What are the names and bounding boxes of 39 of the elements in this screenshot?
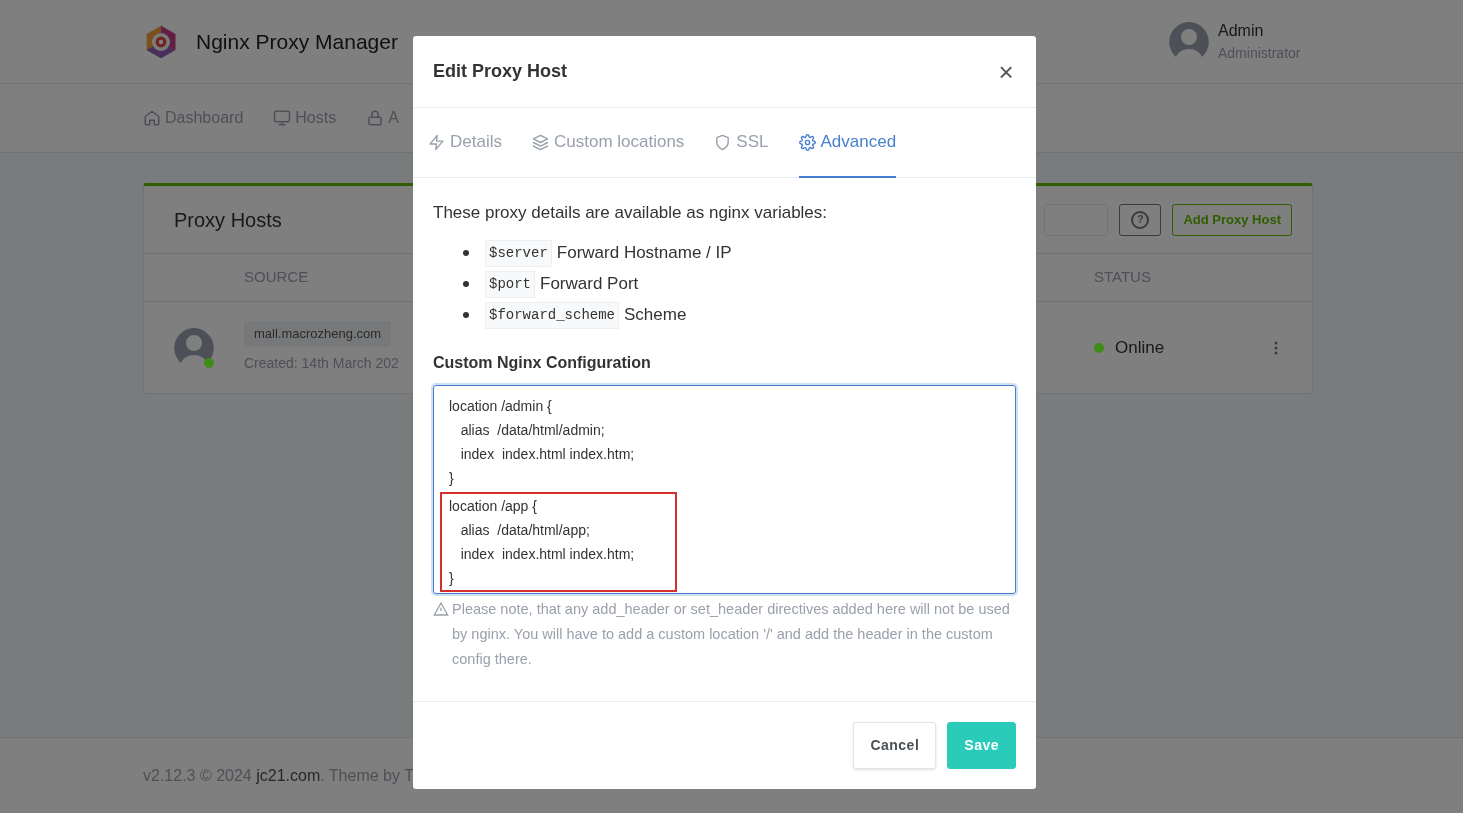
variable-code: $server — [485, 239, 552, 267]
intro-text: These proxy details are available as nginx variables: — [433, 202, 829, 224]
settings-icon — [798, 133, 816, 151]
bullet-icon — [463, 281, 469, 287]
card-title: Proxy Hosts — [174, 207, 282, 233]
field-label: Custom Nginx Configuration — [433, 352, 652, 373]
variable-code: $forward_scheme — [485, 301, 620, 329]
domain-tag: mall.macrozheng.com — [244, 321, 392, 347]
tab[interactable]: Custom locations — [531, 108, 685, 178]
layers-icon — [531, 133, 549, 151]
status-text: Online — [1115, 336, 1165, 359]
shield-icon — [714, 133, 732, 151]
help-button[interactable]: ? — [1119, 203, 1162, 236]
home-icon — [143, 109, 161, 127]
config-editor[interactable]: location /admin { alias /data/html/admin; index index.html index.htm; } location /app { alias /data/html/app; index index.html index.htm; } — [433, 384, 1016, 594]
code-text: location /app { alias /data/html/app; index index.html index.htm; } — [440, 491, 677, 592]
monitor-icon — [273, 109, 292, 127]
bullet-icon — [463, 312, 469, 318]
user-name: Admin — [1218, 20, 1265, 41]
warning-icon — [433, 600, 449, 617]
cancel-button[interactable]: Cancel — [853, 722, 937, 769]
tab[interactable]: Advanced — [798, 108, 897, 178]
app-title: Nginx Proxy Manager — [196, 28, 398, 55]
modal-title: Edit Proxy Host — [433, 60, 568, 83]
add-proxy-host-button[interactable]: Add Proxy Host — [1172, 203, 1292, 236]
close-button[interactable]: × — [996, 58, 1016, 85]
variable-label: Forward Hostname / IP — [556, 242, 732, 265]
tab[interactable]: Details — [428, 108, 502, 178]
footer-link[interactable]: jc21.com — [256, 766, 321, 784]
more-icon[interactable] — [1274, 340, 1278, 355]
variable-label: Forward Port — [540, 273, 639, 296]
tab[interactable]: SSL — [714, 108, 769, 178]
bolt-icon — [428, 133, 445, 151]
lock-icon — [366, 109, 385, 127]
save-button[interactable]: Save — [947, 722, 1016, 769]
bullet-icon — [463, 250, 469, 256]
note-text: Please note, that any add_header or set_header directives added here will not be used by nginx. You will have to add a custom location '/' and add the header in the custom config there. — [452, 599, 1011, 669]
variable-label: Scheme — [624, 304, 687, 327]
variable-code: $port — [485, 270, 535, 298]
